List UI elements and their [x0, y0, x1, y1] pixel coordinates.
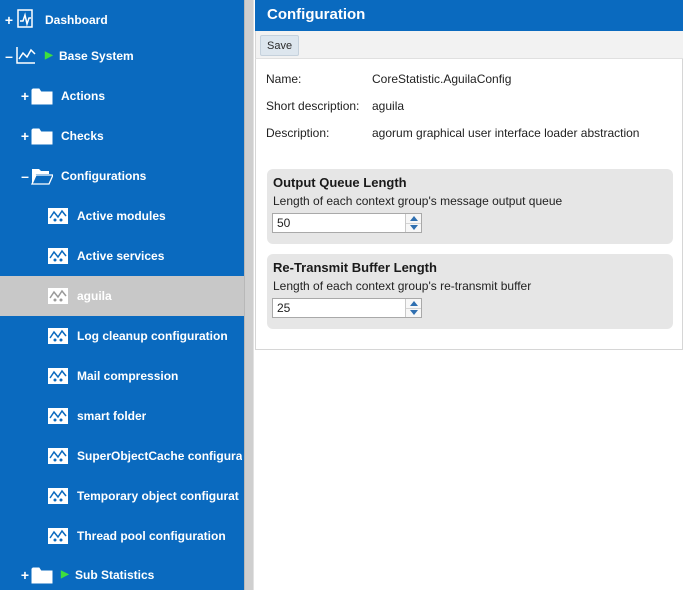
tree-label: Mail compression: [77, 369, 179, 383]
chevron-down-icon: [409, 225, 418, 231]
retransmit-buffer-stepper: [272, 298, 422, 318]
tree-item-sub-statistics[interactable]: + ▶ Sub Statistics: [0, 555, 244, 590]
tree-item-active-modules[interactable]: Active modules: [0, 196, 244, 236]
expand-toggle[interactable]: +: [20, 568, 30, 582]
tree-label: Sub Statistics: [75, 568, 155, 582]
toolbar: Save: [255, 31, 683, 59]
info-value: aguila: [372, 99, 405, 113]
play-arrow-icon: ▶: [61, 569, 69, 580]
stepper-buttons: [405, 299, 421, 317]
info-label: Short description:: [266, 99, 360, 113]
statistics-icon: [15, 44, 37, 64]
expand-toggle[interactable]: +: [4, 13, 14, 27]
save-button[interactable]: Save: [260, 35, 300, 56]
expand-toggle[interactable]: +: [20, 89, 30, 103]
tree-item-aguila[interactable]: aguila: [0, 276, 244, 316]
tree-item-superobjectcache[interactable]: SuperObjectCache configura: [0, 436, 244, 476]
folder-icon: [31, 565, 53, 585]
chevron-up-icon: [409, 215, 418, 221]
setting-description: Length of each context group's message o…: [273, 194, 563, 208]
tree-label: Checks: [61, 129, 104, 143]
tree-label: SuperObjectCache configura: [77, 449, 243, 463]
tree-label: Active modules: [77, 209, 166, 223]
play-arrow-icon: ▶: [45, 50, 53, 61]
collapse-toggle[interactable]: –: [4, 49, 14, 63]
decrement-button[interactable]: [406, 222, 421, 232]
config-icon: [47, 486, 69, 506]
chevron-up-icon: [409, 300, 418, 306]
navigation-tree: + Dashboard – ▶ Base System + Actions +: [0, 0, 244, 590]
output-queue-stepper: [272, 213, 422, 233]
tree-label: Thread pool configuration: [77, 529, 226, 543]
tree-label: Base System: [59, 49, 134, 63]
configuration-content: Name: CoreStatistic.AguilaConfig Short d…: [255, 59, 683, 350]
setting-group-retransmit-buffer: Re-Transmit Buffer Length Length of each…: [267, 254, 673, 329]
increment-button[interactable]: [406, 299, 421, 308]
tree-item-temporary-object[interactable]: Temporary object configurat: [0, 476, 244, 516]
tree-label: Log cleanup configuration: [77, 329, 228, 343]
tree-item-checks[interactable]: + Checks: [0, 116, 244, 156]
panel-splitter[interactable]: [244, 0, 254, 590]
collapse-toggle[interactable]: –: [20, 169, 30, 183]
expand-toggle[interactable]: +: [20, 129, 30, 143]
tree-item-actions[interactable]: + Actions: [0, 76, 244, 116]
stepper-buttons: [405, 214, 421, 232]
retransmit-buffer-input[interactable]: [273, 299, 405, 317]
config-icon: [47, 246, 69, 266]
app-window: + Dashboard – ▶ Base System + Actions +: [0, 0, 683, 590]
tree-label: smart folder: [77, 409, 147, 423]
dashboard-icon: [15, 8, 37, 28]
tree-item-dashboard[interactable]: + Dashboard: [0, 0, 244, 40]
tree-label: aguila: [77, 289, 112, 303]
info-value: agorum graphical user interface loader a…: [372, 126, 640, 140]
config-icon: [47, 446, 69, 466]
info-value: CoreStatistic.AguilaConfig: [372, 72, 512, 86]
tree-item-thread-pool[interactable]: Thread pool configuration: [0, 516, 244, 556]
tree-label: Configurations: [61, 169, 147, 183]
increment-button[interactable]: [406, 214, 421, 223]
config-icon: [47, 526, 69, 546]
tree-label: Temporary object configurat: [77, 489, 239, 503]
folder-icon: [31, 126, 53, 146]
tree-item-smart-folder[interactable]: smart folder: [0, 396, 244, 436]
tree-item-log-cleanup[interactable]: Log cleanup configuration: [0, 316, 244, 356]
configuration-panel: Configuration Save Name: CoreStatistic.A…: [255, 0, 683, 590]
tree-label: Dashboard: [45, 13, 108, 27]
setting-title: Re-Transmit Buffer Length: [273, 260, 437, 275]
info-label: Description:: [266, 126, 330, 140]
tree-item-mail-compression[interactable]: Mail compression: [0, 356, 244, 396]
folder-icon: [31, 86, 53, 106]
decrement-button[interactable]: [406, 307, 421, 317]
tree-item-configurations[interactable]: – Configurations: [0, 156, 244, 196]
tree-label: Active services: [77, 249, 165, 263]
config-icon: [47, 206, 69, 226]
panel-title: Configuration: [255, 0, 683, 31]
tree-item-base-system[interactable]: – ▶ Base System: [0, 36, 244, 76]
setting-group-output-queue: Output Queue Length Length of each conte…: [267, 169, 673, 244]
config-icon: [47, 286, 69, 306]
tree-item-active-services[interactable]: Active services: [0, 236, 244, 276]
output-queue-input[interactable]: [273, 214, 405, 232]
tree-label: Actions: [61, 89, 106, 103]
config-icon: [47, 366, 69, 386]
config-icon: [47, 326, 69, 346]
chevron-down-icon: [409, 310, 418, 316]
setting-description: Length of each context group's re-transm…: [273, 279, 532, 293]
folder-open-icon: [30, 166, 55, 186]
setting-title: Output Queue Length: [273, 175, 407, 190]
config-icon: [47, 406, 69, 426]
info-label: Name:: [266, 72, 302, 86]
